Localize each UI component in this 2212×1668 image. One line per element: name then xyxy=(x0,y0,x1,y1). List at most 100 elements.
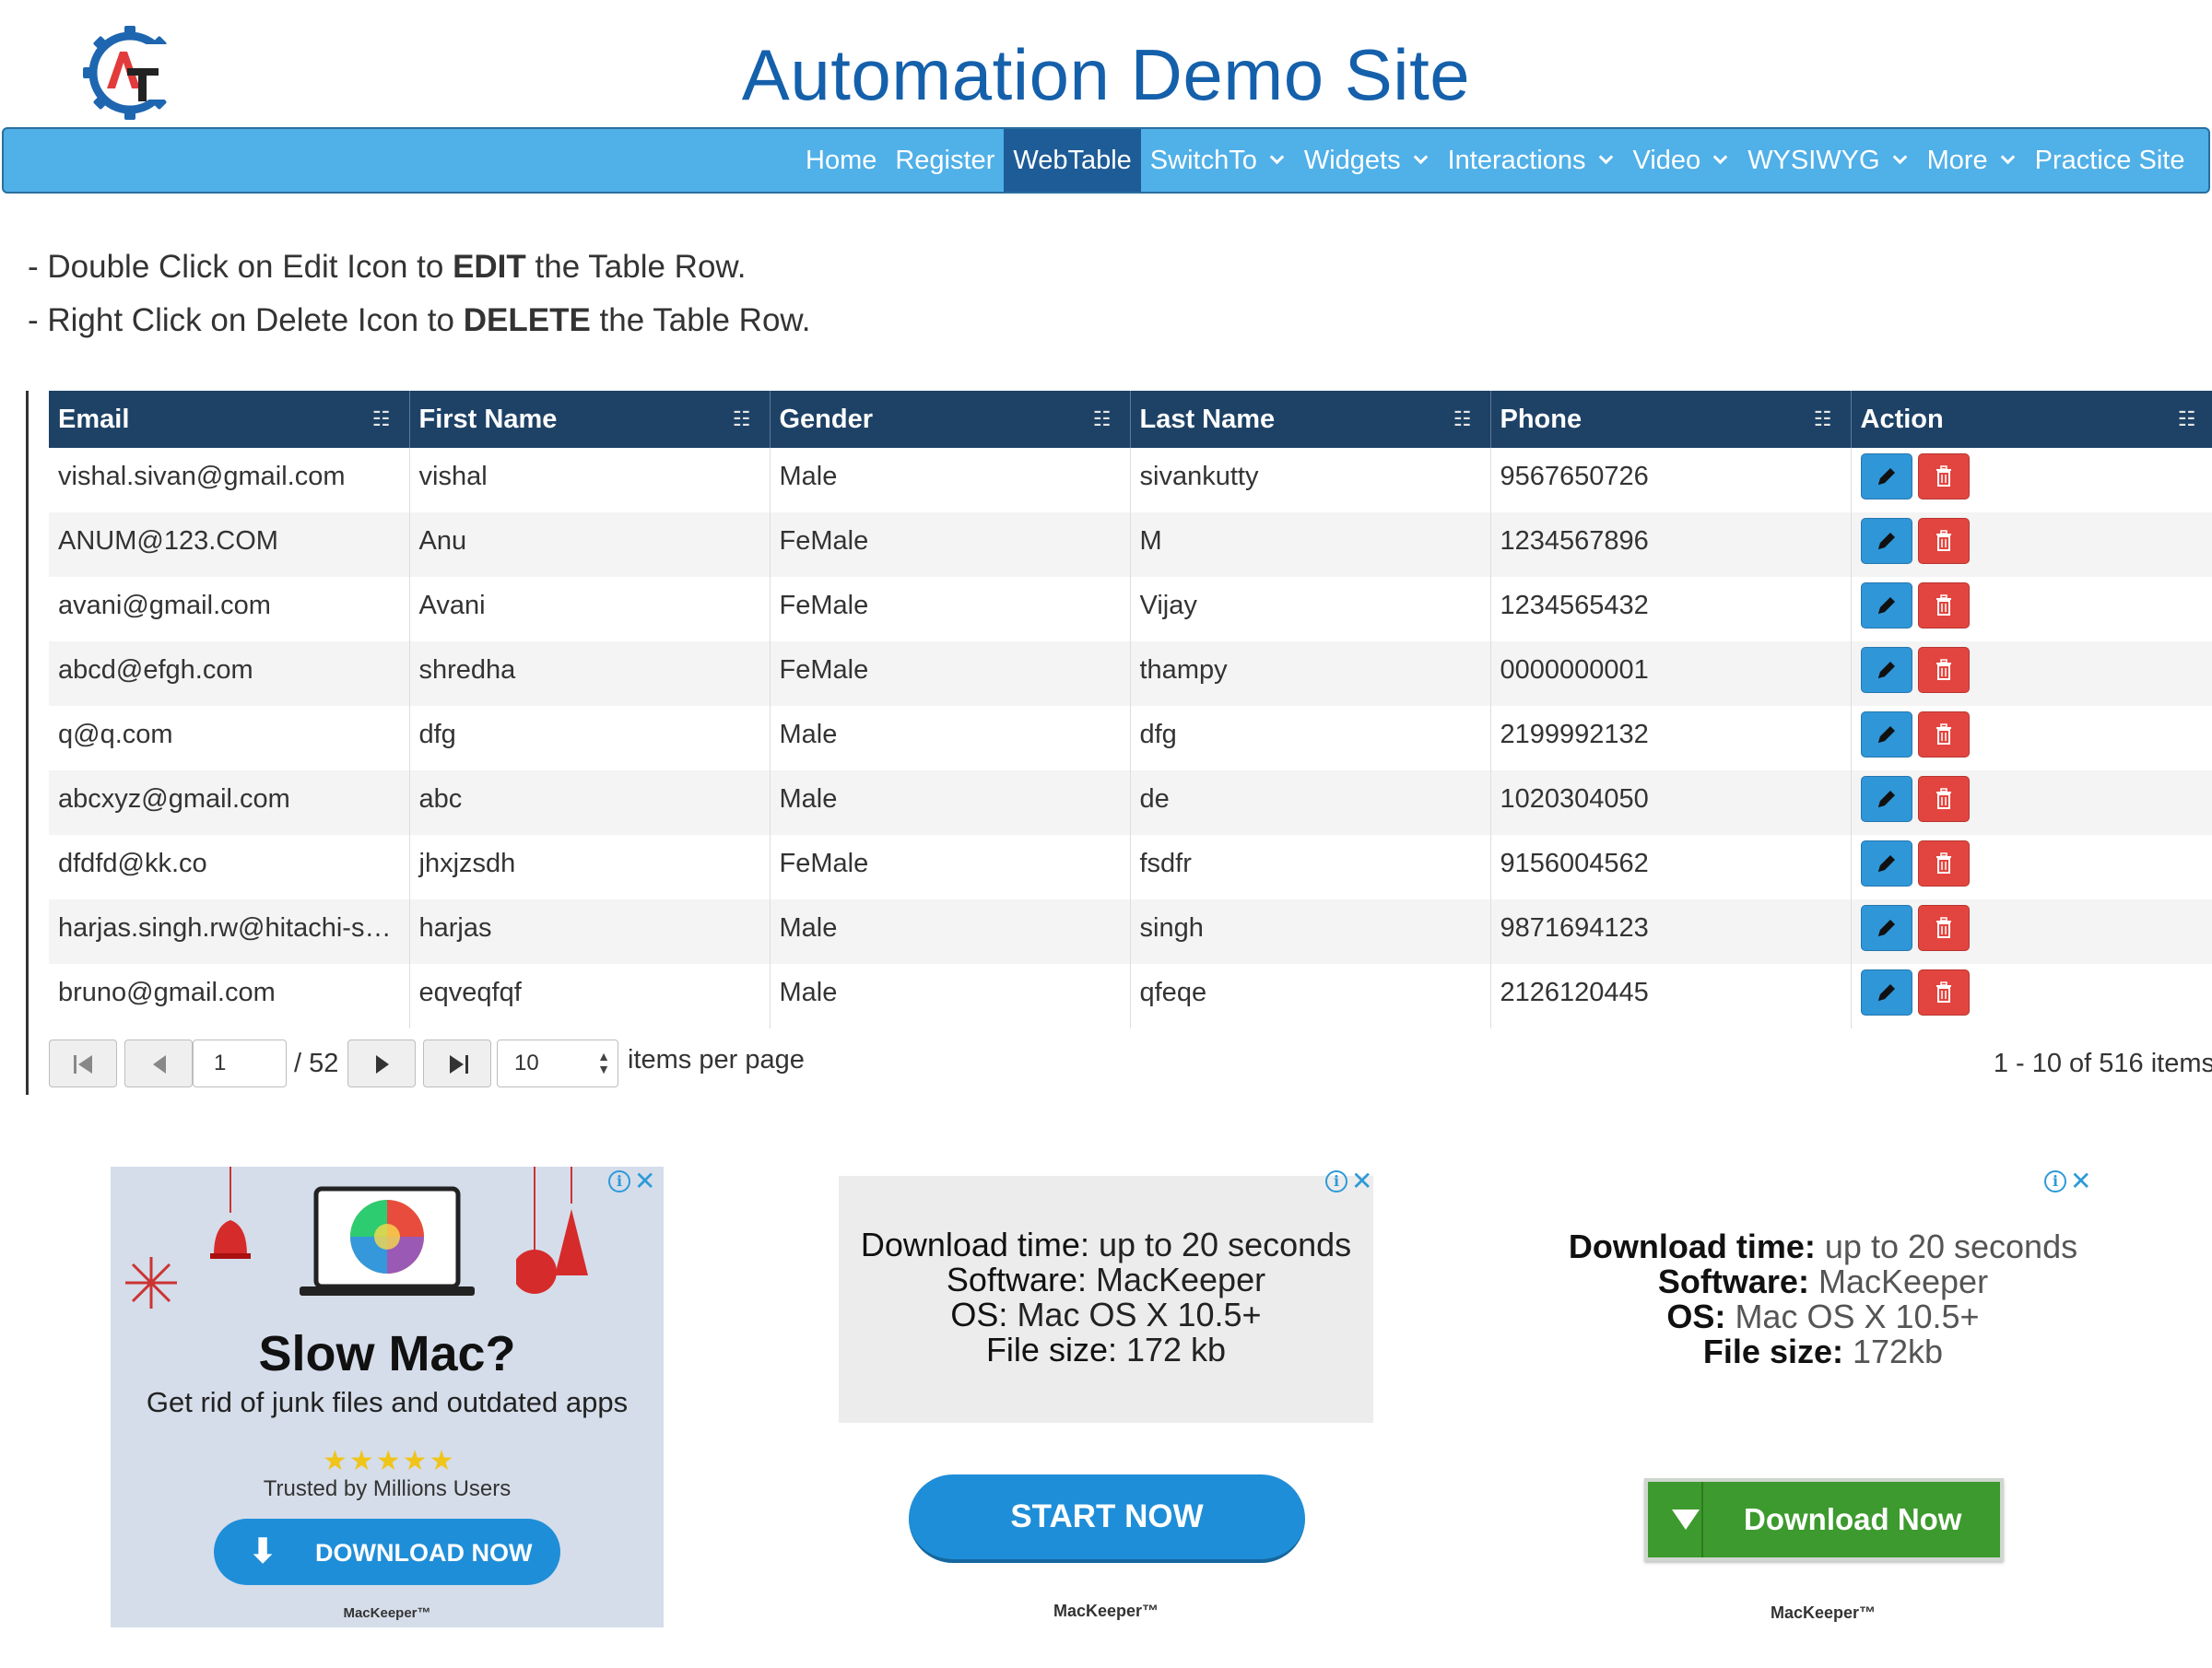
delete-row-button[interactable] xyxy=(1917,711,1970,758)
grid-options-icon[interactable]: ☷ xyxy=(1093,407,1112,431)
previous-page-button[interactable] xyxy=(124,1040,193,1087)
table-cell: 1234567896 xyxy=(1490,512,1852,577)
pencil-icon xyxy=(1877,855,1895,872)
button-separator xyxy=(1701,1482,1703,1557)
edit-row-button[interactable] xyxy=(1860,969,1912,1016)
ad-details: Download time: up to 20 seconds Software… xyxy=(839,1228,1373,1368)
edit-row-button[interactable] xyxy=(1860,582,1912,628)
ad-slow-mac[interactable]: i ✕ Slow Mac? Get rid of junk files and o… xyxy=(111,1167,664,1627)
ad-info-icon[interactable]: i xyxy=(608,1170,630,1192)
nav-item-label: WYSIWYG xyxy=(1747,145,1880,175)
ad-detail-key: Software: xyxy=(1657,1263,1809,1300)
edit-row-button[interactable] xyxy=(1860,647,1912,693)
table-cell: FeMale xyxy=(770,577,1131,641)
ad-detail-line: Download time: up to 20 seconds xyxy=(1556,1229,2090,1264)
nav-item-more[interactable]: More xyxy=(1918,129,2026,192)
column-header-email[interactable]: Email ☷ xyxy=(49,391,410,448)
edit-row-button[interactable] xyxy=(1860,453,1912,499)
chevron-down-icon xyxy=(1413,149,1428,164)
delete-row-button[interactable] xyxy=(1917,647,1970,693)
table-cell-action xyxy=(1851,770,2212,835)
edit-row-button[interactable] xyxy=(1860,518,1912,564)
table-cell-action xyxy=(1851,835,2212,899)
table-cell: M xyxy=(1130,512,1491,577)
column-header-first-name[interactable]: First Name ☷ xyxy=(409,391,771,448)
delete-row-button[interactable] xyxy=(1917,453,1970,499)
nav-item-register[interactable]: Register xyxy=(886,129,1004,192)
nav-item-webtable[interactable]: WebTable xyxy=(1004,129,1141,192)
delete-row-button[interactable] xyxy=(1917,518,1970,564)
previous-page-icon xyxy=(153,1055,166,1074)
edit-row-button[interactable] xyxy=(1860,840,1912,887)
grid-options-icon[interactable]: ☷ xyxy=(733,407,751,431)
nav-item-practice-site[interactable]: Practice Site xyxy=(2026,129,2194,192)
next-page-button[interactable] xyxy=(347,1040,416,1087)
instruction-text: the Table Row. xyxy=(525,249,747,285)
nav-item-home[interactable]: Home xyxy=(796,129,886,192)
table-cell: vishal xyxy=(409,448,771,512)
ad-close-icon[interactable]: ✕ xyxy=(634,1169,655,1194)
nav-item-wysiwyg[interactable]: WYSIWYG xyxy=(1738,129,1917,192)
nav-item-video[interactable]: Video xyxy=(1624,129,1739,192)
grid-options-icon[interactable]: ☷ xyxy=(1453,407,1472,431)
nav-item-interactions[interactable]: Interactions xyxy=(1439,129,1624,192)
delete-row-button[interactable] xyxy=(1917,905,1970,951)
chevron-down-icon xyxy=(1269,149,1285,164)
ad-mackeeper-download[interactable]: i ✕ Download time: up to 20 seconds Softw… xyxy=(1556,1169,2109,1629)
page-size-select[interactable]: 10 ▲ ▼ xyxy=(497,1040,618,1087)
ad-detail-value: 172 kb xyxy=(1116,1331,1227,1368)
instruction-emphasis: EDIT xyxy=(453,249,526,285)
ad-choices[interactable]: i ✕ xyxy=(608,1169,655,1196)
ad-detail-line: Software: MacKeeper xyxy=(1556,1264,2090,1299)
ad-detail-line: Download time: up to 20 seconds xyxy=(839,1228,1373,1263)
column-header-phone[interactable]: Phone ☷ xyxy=(1490,391,1852,448)
ad-mackeeper-start[interactable]: i ✕ Download time: up to 20 seconds Softw… xyxy=(837,1169,1384,1629)
table-cell: vishal.sivan@gmail.com xyxy=(49,448,410,512)
table-body: vishal.sivan@gmail.com vishal Male sivankut… xyxy=(49,448,2212,1028)
ad-download-now-button[interactable]: Download Now xyxy=(1644,1478,2004,1561)
edit-row-button[interactable] xyxy=(1860,905,1912,951)
table-cell-action xyxy=(1851,964,2212,1028)
page-number-input[interactable]: 1 xyxy=(193,1040,287,1087)
table-cell: avani@gmail.com xyxy=(49,577,410,641)
table-cell: 1020304050 xyxy=(1490,770,1852,835)
grid-options-icon[interactable]: ☷ xyxy=(372,407,391,431)
ad-start-now-button[interactable]: START NOW xyxy=(909,1474,1305,1563)
table-cell: bruno@gmail.com xyxy=(49,964,410,1028)
ad-choices[interactable]: i ✕ xyxy=(1325,1169,1372,1196)
edit-row-button[interactable] xyxy=(1860,776,1912,822)
grid-options-icon[interactable]: ☷ xyxy=(2178,407,2196,431)
nav-menu: Home Register WebTable SwitchTo Widgets Inter… xyxy=(796,129,2194,192)
nav-item-widgets[interactable]: Widgets xyxy=(1295,129,1439,192)
delete-row-button[interactable] xyxy=(1917,969,1970,1016)
ad-download-button[interactable]: ⬇ DOWNLOAD NOW xyxy=(214,1519,560,1585)
chevron-down-icon xyxy=(2000,149,2015,164)
delete-row-button[interactable] xyxy=(1917,840,1970,887)
pencil-icon xyxy=(1877,533,1895,549)
table-cell: thampy xyxy=(1130,641,1491,706)
pencil-icon xyxy=(1877,662,1895,678)
table-row: abcxyz@gmail.com abc Male de 1020304050 xyxy=(49,770,2212,835)
ad-info-icon[interactable]: i xyxy=(2044,1170,2066,1192)
grid-options-icon[interactable]: ☷ xyxy=(1814,407,1832,431)
nav-item-label: Register xyxy=(895,145,995,175)
table-row: ANUM@123.COM Anu FeMale M 1234567896 xyxy=(49,512,2212,577)
instruction-text: - Double Click on Edit Icon to xyxy=(28,249,453,285)
instructions: - Double Click on Edit Icon to EDIT the … xyxy=(28,247,810,354)
nav-item-switchto[interactable]: SwitchTo xyxy=(1141,129,1295,192)
column-header-last-name[interactable]: Last Name ☷ xyxy=(1130,391,1491,448)
pencil-icon xyxy=(1877,468,1895,485)
last-page-button[interactable] xyxy=(423,1040,491,1087)
column-header-action[interactable]: Action ☷ xyxy=(1851,391,2212,448)
delete-row-button[interactable] xyxy=(1917,776,1970,822)
ad-info-icon[interactable]: i xyxy=(1325,1170,1347,1192)
ad-close-icon[interactable]: ✕ xyxy=(1351,1169,1372,1194)
column-header-gender[interactable]: Gender ☷ xyxy=(770,391,1131,448)
delete-row-button[interactable] xyxy=(1917,582,1970,628)
dropdown-triangle-icon xyxy=(1672,1509,1700,1530)
first-page-button[interactable] xyxy=(49,1040,117,1087)
ad-close-icon[interactable]: ✕ xyxy=(2070,1169,2091,1194)
ad-choices[interactable]: i ✕ xyxy=(2044,1169,2091,1196)
edit-row-button[interactable] xyxy=(1860,711,1912,758)
trash-icon xyxy=(1936,594,1951,616)
